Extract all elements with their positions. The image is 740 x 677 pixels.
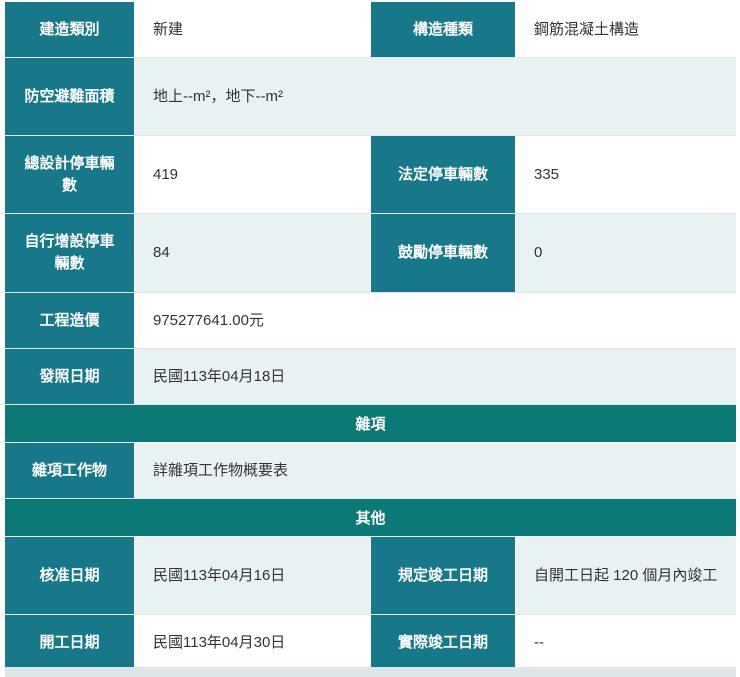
row-issue-date: 發照日期 民國113年04月18日 — [5, 349, 736, 405]
row-cost: 工程造價 975277641.00元 — [5, 293, 736, 349]
label: 規定竣工日期 — [370, 537, 516, 614]
building-permit-table: 建造類別 新建 構造種類 鋼筋混凝土構造 防空避難面積 地上--m²，地下--m… — [5, 2, 736, 671]
label: 總設計停車輛數 — [5, 136, 135, 213]
value: 詳雜項工作物概要表 — [135, 443, 736, 498]
label: 構造種類 — [370, 2, 516, 57]
value: 鋼筋混凝土構造 — [516, 2, 736, 57]
value: 84 — [135, 214, 370, 292]
label: 自行增設停車輛數 — [5, 214, 135, 292]
row-parking-total: 總設計停車輛數 419 法定停車輛數 335 — [5, 136, 736, 214]
row-parking-extra: 自行增設停車輛數 84 鼓勵停車輛數 0 — [5, 214, 736, 293]
section-header-misc: 雜項 — [5, 405, 736, 443]
value: 民國113年04月16日 — [135, 537, 370, 614]
value: 新建 — [135, 2, 370, 57]
label: 開工日期 — [5, 615, 135, 670]
label: 雜項工作物 — [5, 443, 135, 498]
value: 民國113年04月18日 — [135, 349, 736, 404]
value: 民國113年04月30日 — [135, 615, 370, 670]
label: 核准日期 — [5, 537, 135, 614]
label: 發照日期 — [5, 349, 135, 404]
label: 防空避難面積 — [5, 58, 135, 135]
value: -- — [516, 615, 736, 670]
label: 建造類別 — [5, 2, 135, 57]
row-start-date: 開工日期 民國113年04月30日 實際竣工日期 -- — [5, 615, 736, 671]
row-shelter-area: 防空避難面積 地上--m²，地下--m² — [5, 58, 736, 136]
footer-strip — [5, 667, 736, 677]
value: 419 — [135, 136, 370, 213]
row-construction-type: 建造類別 新建 構造種類 鋼筋混凝土構造 — [5, 2, 736, 58]
value: 自開工日起 120 個月內竣工 — [516, 537, 736, 614]
section-header-other: 其他 — [5, 499, 736, 537]
value: 0 — [516, 214, 736, 292]
label: 法定停車輛數 — [370, 136, 516, 213]
row-misc-works: 雜項工作物 詳雜項工作物概要表 — [5, 443, 736, 499]
row-approval-date: 核准日期 民國113年04月16日 規定竣工日期 自開工日起 120 個月內竣工 — [5, 537, 736, 615]
value: 975277641.00元 — [135, 293, 736, 348]
label: 實際竣工日期 — [370, 615, 516, 670]
value: 335 — [516, 136, 736, 213]
value: 地上--m²，地下--m² — [135, 58, 736, 135]
label: 鼓勵停車輛數 — [370, 214, 516, 292]
label: 工程造價 — [5, 293, 135, 348]
